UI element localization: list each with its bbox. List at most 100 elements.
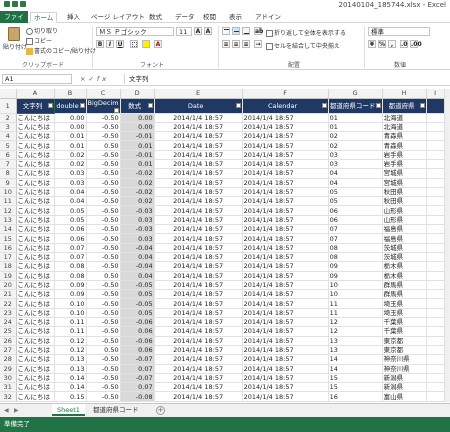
cell[interactable]: 0.05 <box>54 215 87 226</box>
cell[interactable]: 0.00 <box>120 113 155 123</box>
cell[interactable]: -0.50 <box>86 336 121 346</box>
cell[interactable]: こんにちは <box>16 215 55 226</box>
column-header[interactable]: C <box>86 89 121 99</box>
cell[interactable]: 0.03 <box>54 178 87 188</box>
cell[interactable]: 0.02 <box>54 159 87 170</box>
cell[interactable]: 03 <box>328 150 383 161</box>
row-header[interactable]: 14 <box>0 224 17 235</box>
number-format-select[interactable]: 標準 <box>368 27 430 36</box>
cell[interactable]: こんにちは <box>16 168 55 179</box>
header-cell[interactable]: BigDecim <box>86 98 121 114</box>
cell[interactable]: 2014/1/4 18:57 <box>242 308 329 319</box>
row-header[interactable]: 13 <box>0 215 17 226</box>
cell[interactable]: -0.05 <box>120 298 155 309</box>
cell[interactable]: こんにちは <box>16 233 55 244</box>
shrink-font-button[interactable]: A <box>204 27 212 35</box>
filter-dropdown-icon[interactable] <box>321 102 327 108</box>
header-cell[interactable]: double <box>54 98 87 114</box>
cell[interactable]: 2014/1/4 18:57 <box>154 261 243 272</box>
cell[interactable]: こんにちは <box>16 317 55 328</box>
cell[interactable]: 0.50 <box>86 271 121 281</box>
cell[interactable]: こんにちは <box>16 261 55 272</box>
cell[interactable] <box>426 140 445 151</box>
cell[interactable]: -0.50 <box>86 122 121 133</box>
header-cell[interactable]: 都道府県 <box>382 98 427 114</box>
cell[interactable]: 2014/1/4 18:57 <box>242 205 329 216</box>
cell[interactable]: -0.50 <box>86 308 121 319</box>
cell[interactable]: こんにちは <box>16 326 55 337</box>
column-header[interactable]: E <box>154 89 243 99</box>
cell[interactable]: こんにちは <box>16 364 55 374</box>
cell[interactable]: 01 <box>328 113 383 123</box>
cell[interactable]: -0.07 <box>120 354 155 365</box>
tab-view[interactable]: 表示 <box>226 12 245 23</box>
cell[interactable]: こんにちは <box>16 150 55 161</box>
cell[interactable]: 千葉県 <box>382 326 427 337</box>
font-color-button[interactable]: A <box>154 40 162 48</box>
cell[interactable]: 0.12 <box>54 336 87 346</box>
filter-dropdown-icon[interactable] <box>79 102 85 108</box>
italic-button[interactable]: I <box>106 40 114 48</box>
cell[interactable]: 2014/1/4 18:57 <box>242 196 329 207</box>
cell[interactable]: 10 <box>328 289 383 300</box>
cell[interactable]: 09 <box>328 271 383 281</box>
cell[interactable]: 2014/1/4 18:57 <box>242 252 329 263</box>
cell[interactable]: 茨城県 <box>382 252 427 263</box>
cell[interactable]: -0.50 <box>86 364 121 374</box>
cell[interactable] <box>426 373 445 384</box>
cell[interactable]: -0.01 <box>120 131 155 142</box>
cell[interactable] <box>426 205 445 216</box>
cell[interactable] <box>426 271 445 281</box>
cell[interactable]: 茨城県 <box>382 243 427 253</box>
cell[interactable]: 0.06 <box>120 345 155 356</box>
cell[interactable]: -0.50 <box>86 168 121 179</box>
cell[interactable]: 0.11 <box>54 317 87 328</box>
cell[interactable] <box>426 168 445 179</box>
cell[interactable]: 2014/1/4 18:57 <box>154 122 243 133</box>
cell[interactable]: -0.04 <box>120 243 155 253</box>
cell[interactable]: 04 <box>328 168 383 179</box>
cell[interactable]: 0.06 <box>54 224 87 235</box>
cell[interactable]: -0.50 <box>86 187 121 198</box>
cell[interactable]: こんにちは <box>16 224 55 235</box>
cell[interactable]: こんにちは <box>16 113 55 123</box>
row-header[interactable]: 32 <box>0 391 17 402</box>
cell[interactable]: こんにちは <box>16 401 55 402</box>
save-icon[interactable] <box>12 1 18 7</box>
cell[interactable]: 02 <box>328 140 383 151</box>
row-header[interactable]: 15 <box>0 233 17 244</box>
cell[interactable] <box>426 252 445 263</box>
cell[interactable] <box>426 336 445 346</box>
cell[interactable]: 0.03 <box>54 168 87 179</box>
header-cell[interactable]: 数式 <box>120 98 155 114</box>
cell[interactable]: 2014/1/4 18:57 <box>242 131 329 142</box>
cell[interactable]: 0.01 <box>54 140 87 151</box>
row-header[interactable]: 8 <box>0 168 17 179</box>
column-header[interactable]: B <box>54 89 87 99</box>
cell[interactable]: 03 <box>328 159 383 170</box>
enter-icon[interactable]: ✓ <box>88 75 96 83</box>
align-right-button[interactable]: ≡ <box>242 40 250 48</box>
row-header[interactable]: 6 <box>0 150 17 161</box>
column-header[interactable]: D <box>120 89 155 99</box>
cell[interactable]: 岩手県 <box>382 159 427 170</box>
row-header[interactable]: 27 <box>0 345 17 356</box>
row-header[interactable]: 23 <box>0 308 17 319</box>
cell[interactable] <box>426 317 445 328</box>
cell[interactable]: -0.50 <box>86 196 121 207</box>
cell[interactable]: 13 <box>328 336 383 346</box>
column-header[interactable]: A <box>16 89 55 99</box>
cell[interactable]: -0.01 <box>120 150 155 161</box>
column-header[interactable]: I <box>426 89 445 99</box>
filter-dropdown-icon[interactable] <box>419 102 425 108</box>
cell[interactable]: 04 <box>328 178 383 188</box>
increase-decimal-button[interactable]: .0 <box>400 40 408 48</box>
cell[interactable]: 2014/1/4 18:57 <box>242 122 329 133</box>
cut-button[interactable]: 切り取り <box>26 26 58 35</box>
row-header[interactable]: 12 <box>0 205 17 216</box>
cell[interactable]: 北海道 <box>382 113 427 123</box>
row-header[interactable]: 3 <box>0 122 17 133</box>
cell[interactable]: 0.07 <box>54 243 87 253</box>
cell[interactable]: 2014/1/4 18:57 <box>154 271 243 281</box>
cell[interactable]: 2014/1/4 18:57 <box>242 326 329 337</box>
